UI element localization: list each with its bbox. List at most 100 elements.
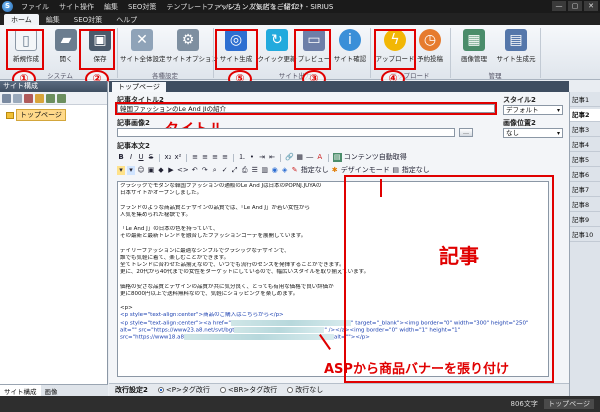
article-tab-3[interactable]: 記事3 [570,124,600,137]
article-tab-8[interactable]: 記事8 [570,199,600,212]
design-mode-icon[interactable]: ✱ [331,166,339,175]
article-tab-1[interactable]: 記事1 [570,94,600,107]
menu-help[interactable]: ヘルプ [213,2,244,12]
article-tab-9[interactable]: 記事9 [570,214,600,227]
paste-annotation: ASPから商品バナーを張り付け [324,362,509,377]
article-tab-6[interactable]: 記事6 [570,169,600,182]
outdent-icon[interactable]: ⇤ [268,153,276,162]
design-mode-button[interactable]: デザインモード [341,166,390,175]
article-tab-7[interactable]: 記事7 [570,184,600,197]
template-icon[interactable]: ▥ [261,166,269,175]
add-folder-icon[interactable] [13,94,22,103]
maximize-button[interactable]: ▢ [568,1,582,11]
radio-icon [287,387,294,393]
tab-top-page[interactable]: トップページ [112,82,166,92]
justify-icon[interactable]: ≡ [221,153,229,162]
specify-icon-2[interactable]: ▤ [392,166,400,175]
highlight-color-icon[interactable]: ▾ [117,166,125,175]
video-icon[interactable]: ▶ [167,166,175,175]
italic-icon[interactable]: I [127,153,135,162]
emoji-icon[interactable]: ☺ [137,166,145,175]
insert-icon[interactable]: ◉ [271,166,279,175]
menu-template[interactable]: テンプレート [161,2,213,12]
spell-icon[interactable]: ✓ [221,166,229,175]
line-break-settings: 改行設定2 <P>タグ改行 <BR>タグ改行 改行なし [109,383,569,396]
tab-help[interactable]: ヘルプ [109,14,144,25]
indent-icon[interactable]: ⇥ [258,153,266,162]
specify-dropdown-2[interactable]: 指定なし [402,166,430,175]
edit-icon[interactable] [35,94,44,103]
site-generate-all-button[interactable]: ▤ サイト生成元 [494,28,538,70]
article-tab-4[interactable]: 記事4 [570,139,600,152]
menu-site[interactable]: サイト操作 [54,2,99,12]
contents-auto-icon[interactable]: ▤ [332,153,342,162]
article-image-input[interactable] [117,128,455,137]
menu-file[interactable]: ファイル [16,2,54,12]
image-position-select[interactable]: なし [503,128,563,138]
link-icon[interactable]: 🔗 [285,153,294,162]
subscript-icon[interactable]: x₂ [164,153,172,162]
image-browse-button[interactable]: … [459,128,473,137]
delete-icon[interactable] [24,94,33,103]
site-options-button[interactable]: ⚙ サイトオプション [166,28,218,70]
tools-icon: ✕ [131,29,153,51]
option-br-tag[interactable]: <BR>タグ改行 [219,384,277,396]
status-page: トップページ [544,399,594,409]
option-no-break[interactable]: 改行なし [287,384,323,396]
article-tab-5[interactable]: 記事5 [570,154,600,167]
ribbon-tabs: ホーム 編集 SEO対策 ヘルプ [0,13,600,25]
table-icon[interactable]: ▦ [296,153,304,162]
move-up-icon[interactable] [46,94,55,103]
fullscreen-icon[interactable]: ⤢ [231,166,239,175]
tab-images[interactable]: 画像 [41,385,62,396]
group-label-manage: 管理 [488,72,502,80]
list-bullet-icon[interactable]: • [248,153,256,162]
superscript-icon[interactable]: x² [174,153,182,162]
strike-icon[interactable]: S [147,153,155,162]
align-right-icon[interactable]: ≡ [211,153,219,162]
align-center-icon[interactable]: ≡ [201,153,209,162]
highlight-title [115,102,497,115]
flash-icon[interactable]: ◆ [157,166,165,175]
menu-edit[interactable]: 編集 [99,2,123,12]
specify-dropdown[interactable]: 指定なし [301,166,329,175]
add-page-icon[interactable] [2,94,11,103]
move-down-icon[interactable] [57,94,66,103]
source-icon[interactable]: ☰ [251,166,259,175]
article-tab-2[interactable]: 記事2 [570,109,600,122]
underline-icon[interactable]: U [137,153,145,162]
hr-icon[interactable]: ― [306,153,314,162]
editor-tab-strip: トップページ [109,81,569,92]
option-p-tag[interactable]: <P>タグ改行 [157,384,210,396]
editor-content: 記事タイトル2 韓国ファッションのLe And JIの紹介 スタイル2 デフォル… [109,92,569,396]
undo-icon[interactable]: ↶ [191,166,199,175]
minimize-button[interactable]: — [552,1,566,11]
document-icon: ▤ [505,29,527,51]
bold-icon[interactable]: B [117,153,125,162]
settings-icon[interactable]: ◈ [281,166,289,175]
specify-icon[interactable]: ✎ [291,166,299,175]
article-tab-10[interactable]: 記事10 [570,229,600,242]
tab-seo[interactable]: SEO対策 [67,14,109,25]
menu-seo[interactable]: SEO対策 [123,2,161,12]
list-ordered-icon[interactable]: ⒈ [238,153,246,162]
redo-icon[interactable]: ↷ [201,166,209,175]
tab-home[interactable]: ホーム [4,14,39,25]
image-insert-icon[interactable]: ▣ [147,166,155,175]
tree-item-top-page[interactable]: トップページ [6,109,107,121]
text-color-icon[interactable]: ▾ [127,166,135,175]
print-icon[interactable]: ⎙ [241,166,249,175]
image-manager-button[interactable]: ▦ 画像管理 [452,28,496,70]
align-left-icon[interactable]: ≡ [191,153,199,162]
close-button[interactable]: ✕ [584,1,598,11]
code-icon[interactable]: <> [177,166,189,175]
menu-preview[interactable]: プレビュー(F12) [244,2,307,12]
site-settings-button[interactable]: ✕ サイト全体設定 [120,28,166,70]
tab-site-structure[interactable]: サイト構成 [0,385,41,396]
find-icon[interactable]: ⌕ [211,166,219,175]
tab-edit[interactable]: 編集 [39,14,67,25]
contents-auto-button[interactable]: コンテンツ自動取得 [344,153,407,162]
font-color-icon[interactable]: A [316,153,324,162]
style-select[interactable]: デフォルト [503,105,563,115]
site-view-button[interactable]: i サイト確認 [328,28,372,70]
